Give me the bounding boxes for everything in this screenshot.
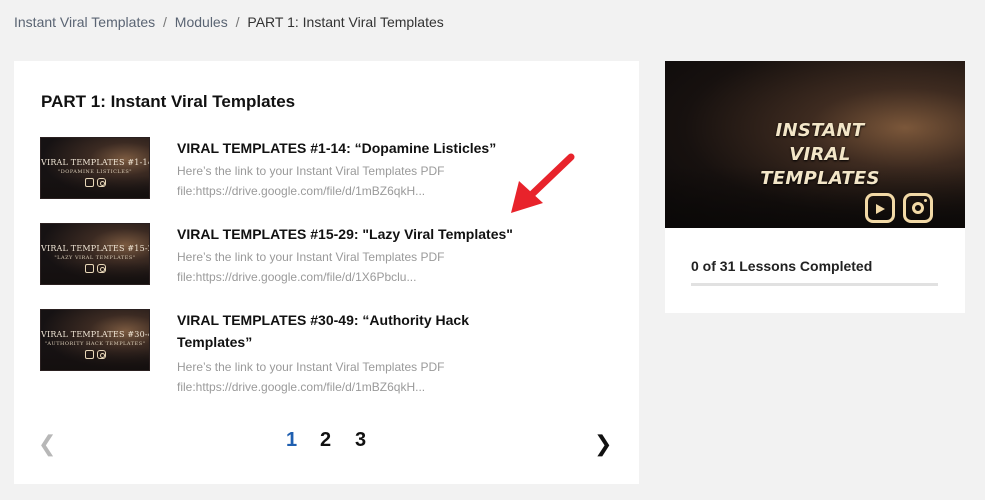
breadcrumb-link-modules[interactable]: Modules (175, 14, 228, 30)
lesson-description-link: file:https://drive.google.com/file/d/1mB… (177, 184, 426, 198)
lesson-description-line: Here’s the link to your Instant Viral Te… (177, 360, 445, 374)
reels-icon (84, 178, 94, 187)
section-title: PART 1: Instant Viral Templates (41, 92, 296, 111)
instagram-icon (903, 193, 933, 223)
breadcrumb-separator: / (235, 14, 240, 30)
lesson-item[interactable]: VIRAL TEMPLATES #1-14: "DOPAMINE LISTICL… (40, 137, 600, 199)
lesson-item[interactable]: VIRAL TEMPLATES #15-29: "LAZY VIRAL TEMP… (40, 223, 600, 285)
page-3-link[interactable]: 3 (355, 429, 366, 452)
lesson-description-line: Here’s the link to your Instant Viral Te… (177, 250, 445, 264)
instagram-icon (96, 350, 106, 359)
module-card: PART 1: Instant Viral Templates VIRAL TE… (14, 61, 639, 484)
instagram-icon (96, 264, 106, 273)
hero-title: INSTANT VIRAL TEMPLATES (760, 119, 880, 191)
lesson-title[interactable]: VIRAL TEMPLATES #1-14: “Dopamine Listicl… (177, 137, 547, 159)
lesson-description-link: file:https://drive.google.com/file/d/1mB… (177, 380, 426, 394)
reels-icon (865, 193, 895, 223)
thumbnail-title: VIRAL TEMPLATES #15-29: (41, 244, 150, 253)
lesson-thumbnail[interactable]: VIRAL TEMPLATES #30-49: "AUTHORITY HACK … (40, 309, 150, 371)
lesson-description-line: Here’s the link to your Instant Viral Te… (177, 164, 445, 178)
course-hero-image[interactable]: INSTANT VIRAL TEMPLATES (665, 61, 965, 228)
breadcrumb-link-course[interactable]: Instant Viral Templates (14, 14, 155, 30)
thumbnail-icons (41, 264, 149, 273)
breadcrumb: Instant Viral Templates / Modules / PART… (14, 14, 444, 30)
progress-label: 0 of 31 Lessons Completed (691, 258, 873, 274)
pagination: ❮ 1 2 3 ❯ (14, 429, 639, 459)
lesson-thumbnail[interactable]: VIRAL TEMPLATES #1-14: "DOPAMINE LISTICL… (40, 137, 150, 199)
thumbnail-title: VIRAL TEMPLATES #30-49: (41, 330, 150, 339)
lesson-thumbnail[interactable]: VIRAL TEMPLATES #15-29: "LAZY VIRAL TEMP… (40, 223, 150, 285)
reels-icon (84, 264, 94, 273)
thumbnail-subtitle: "DOPAMINE LISTICLES" (57, 169, 133, 175)
instagram-icon (96, 178, 106, 187)
reels-icon (84, 350, 94, 359)
course-progress-card: INSTANT VIRAL TEMPLATES 0 of 31 Lessons … (665, 61, 965, 313)
hero-title-line2: TEMPLATES (760, 168, 880, 189)
thumbnail-icons (41, 178, 149, 187)
thumbnail-icons (41, 350, 149, 359)
page-1-link[interactable]: 1 (286, 429, 297, 452)
breadcrumb-current: PART 1: Instant Viral Templates (247, 14, 444, 30)
lesson-item[interactable]: VIRAL TEMPLATES #30-49: "AUTHORITY HACK … (40, 309, 600, 395)
hero-title-line1: INSTANT VIRAL (775, 120, 865, 165)
lesson-title[interactable]: VIRAL TEMPLATES #30-49: “Authority Hack … (177, 309, 487, 353)
hero-icons (865, 193, 933, 223)
chevron-left-icon[interactable]: ❮ (38, 431, 56, 457)
progress-bar (691, 283, 938, 286)
page-2-link[interactable]: 2 (320, 429, 331, 452)
lesson-description-link: file:https://drive.google.com/file/d/1X6… (177, 270, 417, 284)
thumbnail-subtitle: "LAZY VIRAL TEMPLATES" (54, 255, 136, 261)
lesson-title[interactable]: VIRAL TEMPLATES #15-29: "Lazy Viral Temp… (177, 223, 547, 245)
chevron-right-icon[interactable]: ❯ (594, 431, 612, 457)
thumbnail-title: VIRAL TEMPLATES #1-14: (41, 158, 150, 167)
thumbnail-subtitle: "AUTHORITY HACK TEMPLATES" (44, 341, 146, 347)
breadcrumb-separator: / (163, 14, 167, 30)
